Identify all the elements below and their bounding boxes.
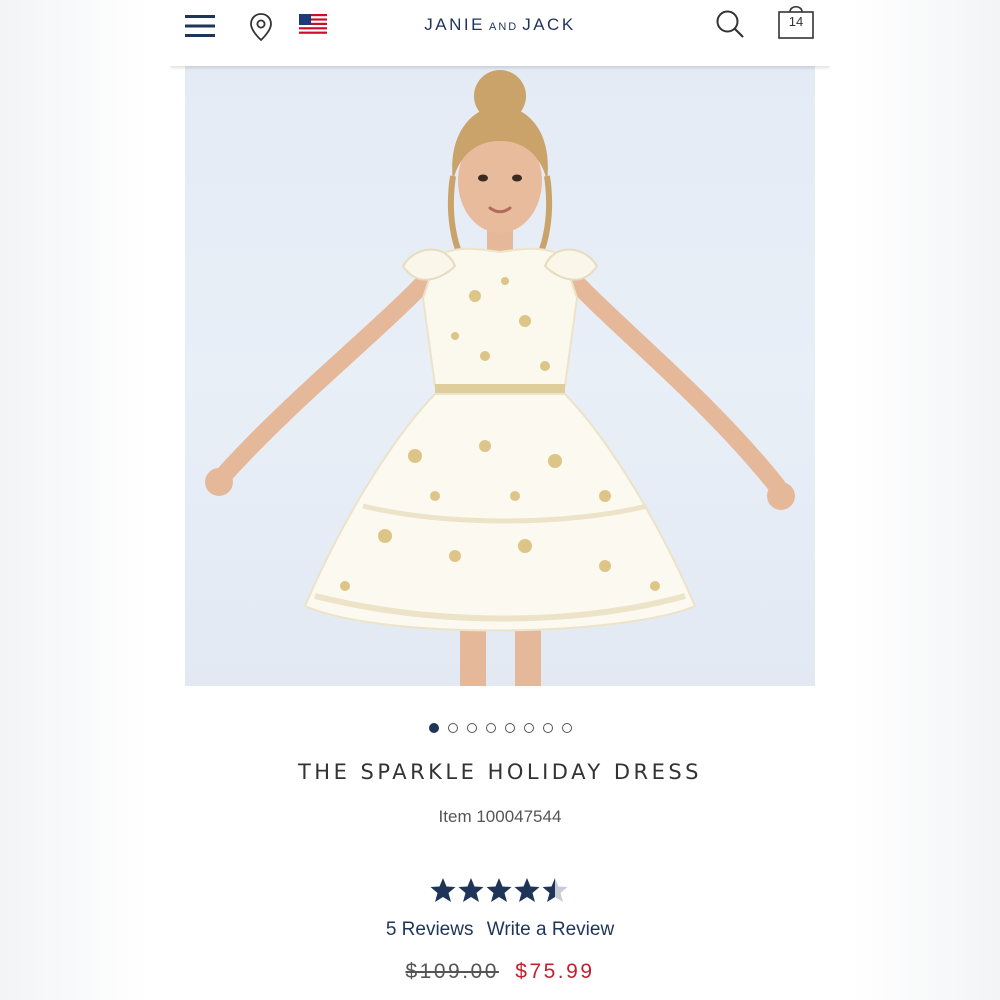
carousel-dot[interactable]: [466, 723, 477, 733]
original-price: $109.00: [405, 960, 499, 983]
page-backdrop: JANIE AND JACK 14 THE SPARKLE HOLIDAY DR…: [0, 0, 1000, 1000]
half-star-icon: [542, 878, 568, 902]
carousel-dots: [170, 723, 830, 739]
carousel-dot[interactable]: [504, 723, 515, 733]
star-icon: [430, 878, 456, 902]
rating-stars: [170, 876, 830, 913]
reviews-count-link[interactable]: 5 Reviews: [386, 919, 474, 940]
product-page: JANIE AND JACK 14 THE SPARKLE HOLIDAY DR…: [170, 0, 830, 1000]
price-block: $109.00 $75.99: [170, 960, 830, 984]
logo-word-and: AND: [488, 21, 519, 33]
brand-logo[interactable]: JANIE AND JACK: [370, 12, 630, 38]
shopping-bag-icon[interactable]: 14: [774, 2, 818, 42]
carousel-dot[interactable]: [485, 723, 496, 733]
hamburger-menu-icon[interactable]: [182, 10, 218, 42]
carousel-dot[interactable]: [428, 723, 439, 733]
review-links: 5 Reviews Write a Review: [170, 919, 830, 941]
write-review-link[interactable]: Write a Review: [487, 919, 614, 940]
location-pin-icon[interactable]: [246, 10, 276, 44]
carousel-dot[interactable]: [561, 723, 572, 733]
star-icon: [514, 878, 540, 902]
carousel-dot[interactable]: [447, 723, 458, 733]
search-icon[interactable]: [712, 6, 748, 42]
product-title: THE SPARKLE HOLIDAY DRESS: [297, 760, 703, 784]
site-header: JANIE AND JACK 14: [170, 0, 830, 66]
product-photo[interactable]: [185, 66, 815, 686]
logo-word-janie: JANIE: [424, 15, 485, 34]
star-icon: [458, 878, 484, 902]
sale-price: $75.99: [515, 960, 595, 983]
logo-word-jack: JACK: [522, 15, 576, 34]
cart-count-badge: 14: [788, 14, 804, 29]
carousel-dot[interactable]: [542, 723, 553, 733]
us-flag-icon[interactable]: [298, 12, 328, 38]
item-number: Item 100047544: [438, 807, 562, 826]
carousel-dot[interactable]: [523, 723, 534, 733]
star-icon: [486, 878, 512, 902]
